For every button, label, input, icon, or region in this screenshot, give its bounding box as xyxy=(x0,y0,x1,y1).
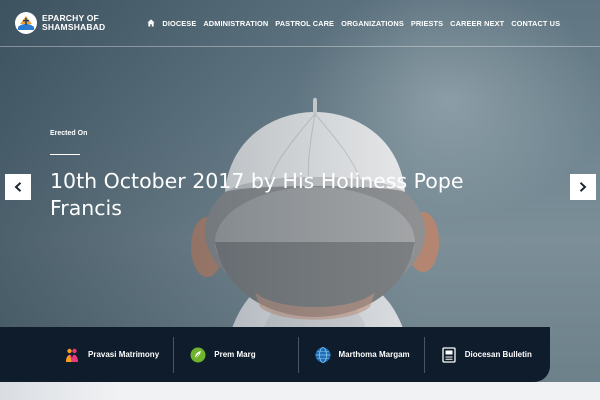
quick-link-label: Prem Marg xyxy=(214,350,256,359)
quick-link-label: Marthoma Margam xyxy=(338,350,410,359)
nav-item-diocese[interactable]: DIOCESE xyxy=(162,19,196,28)
quick-link-pravasi-matrimony[interactable]: Pravasi Matrimony xyxy=(64,336,173,374)
nav-item-organizations[interactable]: ORGANIZATIONS xyxy=(341,19,404,28)
quick-links-bar: Pravasi Matrimony Prem Marg Marthoma Mar… xyxy=(0,327,550,382)
quick-link-divider xyxy=(423,336,425,373)
slider-next-button[interactable] xyxy=(570,174,596,200)
nav-item-career-next[interactable]: CAREER NEXT xyxy=(450,19,504,28)
quick-link-marthoma-margam[interactable]: Marthoma Margam xyxy=(315,336,424,374)
bulletin-icon xyxy=(442,346,456,363)
quick-link-label: Pravasi Matrimony xyxy=(88,350,160,359)
nav-item-administration[interactable]: ADMINISTRATION xyxy=(203,19,268,28)
page: EPARCHY OF SHAMSHABAD DIOCESE ADMINISTRA… xyxy=(0,0,600,400)
nav-item-pastrol-care[interactable]: PASTROL CARE xyxy=(275,19,334,28)
nav-item-priests[interactable]: PRIESTS xyxy=(411,19,443,28)
quick-link-divider xyxy=(297,336,299,373)
marthoma-globe-icon xyxy=(315,346,331,363)
brand-line-2: SHAMSHABAD xyxy=(42,22,106,32)
slide-title-line-1: 10th October 2017 by His Holiness Pope xyxy=(50,169,464,193)
home-icon[interactable] xyxy=(147,19,155,27)
eparchy-emblem-icon xyxy=(15,12,37,34)
chevron-right-icon xyxy=(579,182,587,192)
quick-link-diocesan-bulletin[interactable]: Diocesan Bulletin xyxy=(441,336,550,374)
slide-pre-title: Erected On xyxy=(50,130,88,137)
top-navigation-bar: EPARCHY OF SHAMSHABAD DIOCESE ADMINISTRA… xyxy=(0,0,600,47)
quick-link-divider xyxy=(173,336,175,373)
site-logo[interactable]: EPARCHY OF SHAMSHABAD xyxy=(14,11,105,35)
slider-prev-button[interactable] xyxy=(5,174,31,200)
main-menu: DIOCESE ADMINISTRATION PASTROL CARE ORGA… xyxy=(147,19,560,28)
page-bottom-strip-shade xyxy=(0,382,120,400)
quick-link-label: Diocesan Bulletin xyxy=(464,350,532,359)
matrimony-icon xyxy=(66,348,78,362)
chevron-left-icon xyxy=(14,182,22,192)
slide-title: 10th October 2017 by His Holiness Pope F… xyxy=(50,168,520,222)
brand-name: EPARCHY OF SHAMSHABAD xyxy=(42,14,105,32)
quick-link-prem-marg[interactable]: Prem Marg xyxy=(190,336,297,374)
nav-item-contact-us[interactable]: CONTACT US xyxy=(511,19,560,28)
slide-title-line-2: Francis xyxy=(50,196,122,220)
slide-divider xyxy=(50,154,80,155)
prem-marg-icon xyxy=(190,347,206,362)
